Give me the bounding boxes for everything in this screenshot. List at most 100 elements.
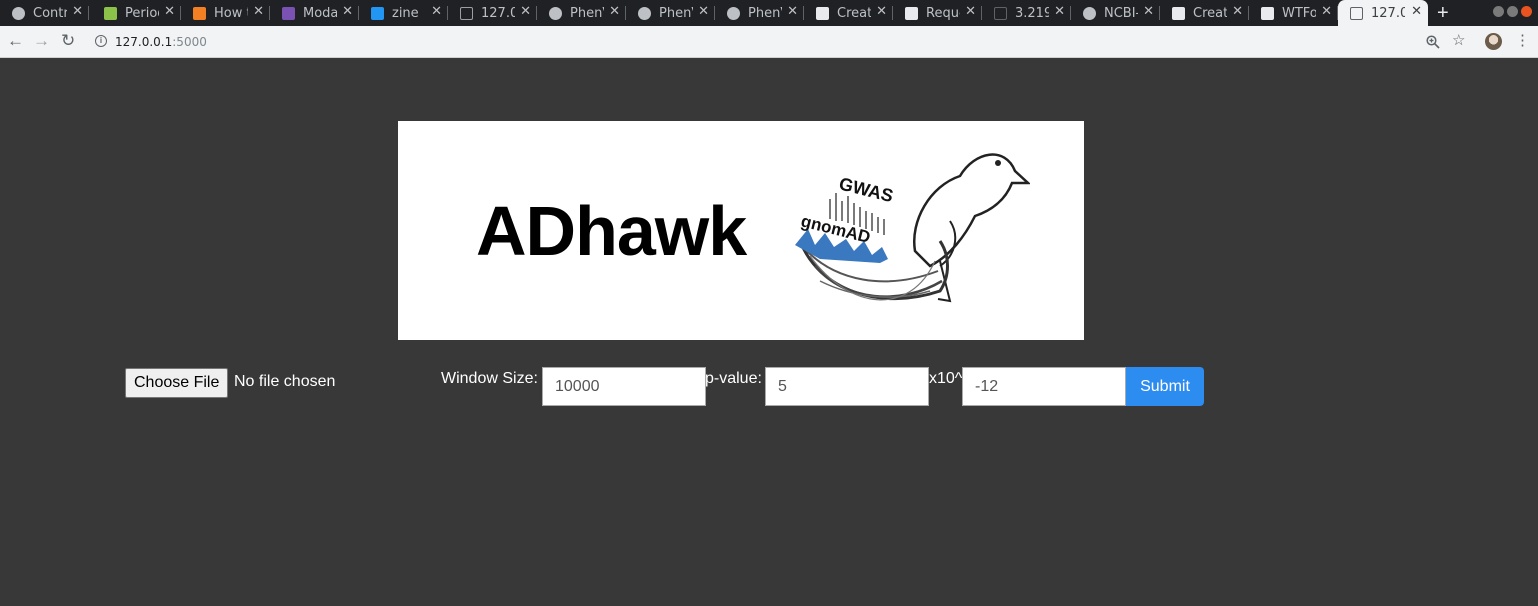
tab-title: 127.0. bbox=[1371, 5, 1405, 21]
tab-title: Period bbox=[125, 5, 159, 21]
header-banner: ADhawk GWAS gnomAD bbox=[398, 121, 1084, 340]
close-tab-icon[interactable]: ✕ bbox=[520, 4, 531, 19]
close-tab-icon[interactable]: ✕ bbox=[698, 4, 709, 19]
tab-separator bbox=[1248, 6, 1249, 20]
github-icon bbox=[549, 6, 562, 20]
close-tab-icon[interactable]: ✕ bbox=[164, 4, 175, 19]
tab-separator bbox=[1337, 6, 1338, 20]
window-controls bbox=[1493, 6, 1532, 17]
info-icon[interactable]: i bbox=[95, 35, 107, 47]
browser-tab[interactable]: 3.219. ✕ bbox=[982, 0, 1071, 26]
tab-separator bbox=[981, 6, 982, 20]
zoom-icon[interactable] bbox=[1426, 35, 1440, 49]
zine-icon bbox=[371, 6, 384, 20]
file-status-text: No file chosen bbox=[234, 373, 336, 390]
close-tab-icon[interactable]: ✕ bbox=[609, 4, 620, 19]
tab-title: 127.0. bbox=[481, 5, 515, 21]
periodic-icon bbox=[104, 6, 117, 20]
browser-tab[interactable]: 127.0. ✕ bbox=[448, 0, 537, 26]
close-tab-icon[interactable]: ✕ bbox=[342, 4, 353, 19]
pvalue-input[interactable]: 5 bbox=[765, 367, 929, 406]
browser-tab[interactable]: NCBI-I ✕ bbox=[1071, 0, 1160, 26]
page-icon bbox=[1350, 6, 1363, 20]
close-tab-icon[interactable]: ✕ bbox=[787, 4, 798, 19]
tab-separator bbox=[892, 6, 893, 20]
tab-separator bbox=[358, 6, 359, 20]
url-port: :5000 bbox=[172, 35, 207, 49]
address-bar[interactable]: 127.0.0.1:5000 bbox=[115, 35, 207, 49]
bootstrap-icon bbox=[282, 6, 295, 20]
tab-title: PhenV bbox=[570, 5, 604, 21]
upload-form: Choose File No file chosen Window Size: … bbox=[0, 365, 1538, 410]
page-icon bbox=[460, 6, 473, 20]
close-tab-icon[interactable]: ✕ bbox=[1143, 4, 1154, 19]
page-icon bbox=[994, 6, 1007, 20]
window-size-input[interactable]: 10000 bbox=[542, 367, 706, 406]
sheet-icon bbox=[905, 6, 918, 20]
close-tab-icon[interactable]: ✕ bbox=[72, 4, 83, 19]
browser-tab[interactable]: Contr ✕ bbox=[0, 0, 89, 26]
browser-tab-strip: 127.0.✕WTFo✕Creati✕NCBI-I✕3.219.✕Reque✕C… bbox=[0, 0, 1538, 26]
browser-tab[interactable]: 127.0. ✕ bbox=[1338, 0, 1428, 26]
browser-tab[interactable]: PhenV ✕ bbox=[537, 0, 626, 26]
github-icon bbox=[1083, 6, 1096, 20]
browser-tab[interactable]: Reque ✕ bbox=[893, 0, 982, 26]
tab-title: 3.219. bbox=[1015, 5, 1049, 21]
tab-separator bbox=[269, 6, 270, 20]
browser-tab[interactable]: Modal ✕ bbox=[270, 0, 359, 26]
browser-tab[interactable]: Creati ✕ bbox=[1160, 0, 1249, 26]
submit-button[interactable]: Submit bbox=[1126, 367, 1204, 406]
tab-separator bbox=[625, 6, 626, 20]
sheet-icon bbox=[1172, 6, 1185, 20]
close-tab-icon[interactable]: ✕ bbox=[965, 4, 976, 19]
close-tab-icon[interactable]: ✕ bbox=[1232, 4, 1243, 19]
tab-title: Creati bbox=[1193, 5, 1227, 21]
tab-title: NCBI-I bbox=[1104, 5, 1138, 21]
window-size-label: Window Size: bbox=[441, 370, 538, 387]
browser-tab[interactable]: PhenV ✕ bbox=[715, 0, 804, 26]
url-host: 127.0.0.1 bbox=[115, 35, 173, 49]
close-tab-icon[interactable]: ✕ bbox=[1411, 4, 1422, 19]
tab-separator bbox=[803, 6, 804, 20]
tab-title: PhenV bbox=[659, 5, 693, 21]
tab-title: How t bbox=[214, 5, 248, 21]
tab-separator bbox=[536, 6, 537, 20]
close-tab-icon[interactable]: ✕ bbox=[876, 4, 887, 19]
tab-separator bbox=[447, 6, 448, 20]
choose-file-button[interactable]: Choose File bbox=[125, 368, 229, 398]
new-tab-button[interactable]: + bbox=[1437, 2, 1449, 25]
github-icon bbox=[638, 6, 651, 20]
browser-tab[interactable]: PhenV ✕ bbox=[626, 0, 715, 26]
browser-tab[interactable]: zine ✕ bbox=[359, 0, 448, 26]
maximize-icon[interactable] bbox=[1507, 6, 1518, 17]
tab-separator bbox=[180, 6, 181, 20]
logo-word-gwas: GWAS bbox=[837, 173, 895, 206]
forward-arrow-icon[interactable]: → bbox=[33, 31, 50, 51]
brand-title: ADhawk bbox=[476, 192, 747, 270]
tab-title: Creati bbox=[837, 5, 871, 21]
menu-kebab-icon[interactable]: ⋮ bbox=[1515, 31, 1530, 49]
close-tab-icon[interactable]: ✕ bbox=[253, 4, 264, 19]
exponent-label: x10^ bbox=[929, 370, 963, 387]
browser-tab[interactable]: How t ✕ bbox=[181, 0, 270, 26]
browser-tab[interactable]: WTFo ✕ bbox=[1249, 0, 1338, 26]
close-tab-icon[interactable]: ✕ bbox=[431, 4, 442, 19]
minimize-icon[interactable] bbox=[1493, 6, 1504, 17]
profile-avatar[interactable] bbox=[1485, 33, 1502, 50]
back-arrow-icon[interactable]: ← bbox=[7, 31, 24, 51]
sheet-icon bbox=[1261, 6, 1274, 20]
close-tab-icon[interactable]: ✕ bbox=[1054, 4, 1065, 19]
stack-icon bbox=[193, 6, 206, 20]
tab-separator bbox=[1070, 6, 1071, 20]
browser-tab[interactable]: Creati ✕ bbox=[804, 0, 893, 26]
exponent-input[interactable]: -12 bbox=[962, 367, 1126, 406]
bookmark-star-icon[interactable]: ☆ bbox=[1452, 31, 1465, 49]
reload-icon[interactable]: ↻ bbox=[61, 31, 75, 51]
close-tab-icon[interactable]: ✕ bbox=[1321, 4, 1332, 19]
hawk-nest-logo: GWAS gnomAD bbox=[795, 153, 1030, 303]
tab-title: zine bbox=[392, 5, 419, 21]
browser-toolbar: ← → ↻ i 127.0.0.1:5000 ☆ ⋮ bbox=[0, 26, 1538, 58]
browser-tab[interactable]: Period ✕ bbox=[92, 0, 181, 26]
tab-title: PhenV bbox=[748, 5, 782, 21]
close-window-icon[interactable] bbox=[1521, 6, 1532, 17]
